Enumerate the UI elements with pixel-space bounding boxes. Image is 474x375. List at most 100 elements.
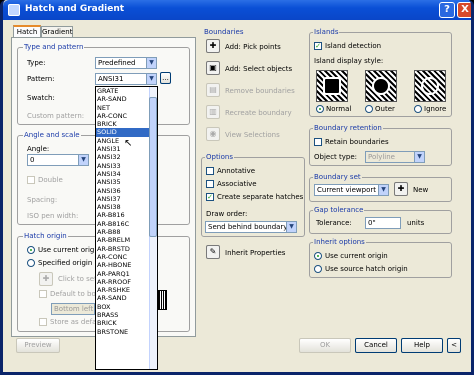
boundary-set-select[interactable]: Current viewport ▼ (314, 184, 389, 196)
pattern-option[interactable]: AR-RSHKE (96, 286, 157, 294)
retain-boundaries-label: Retain boundaries (325, 138, 389, 146)
pattern-option[interactable]: AR-RROOF (96, 278, 157, 286)
cancel-button[interactable]: Cancel (355, 338, 397, 353)
pattern-option[interactable]: NET (96, 104, 157, 112)
pattern-option[interactable]: AR-CONC (96, 112, 157, 120)
add-pick-points-label[interactable]: Add: Pick points (225, 43, 281, 51)
pattern-option[interactable]: BRSTONE (96, 328, 157, 336)
pattern-option[interactable]: ANSI35 (96, 178, 157, 186)
hatch-origin-title: Hatch origin (23, 232, 68, 240)
add-select-objects-label[interactable]: Add: Select objects (225, 65, 292, 73)
separate-hatches-label: Create separate hatches (217, 193, 304, 201)
pattern-dropdown-list[interactable]: GRATE AR-SAND NET AR-CONC BRICK SOLID ANGLE ANS… (95, 86, 158, 370)
help-button[interactable]: ? (439, 2, 455, 18)
hatch-dialog: Hatch and Gradient ? X Hatch Gradient Ty… (0, 0, 474, 375)
pattern-option[interactable]: ANSI38 (96, 203, 157, 211)
pattern-option[interactable]: AR-SAND (96, 294, 157, 302)
new-boundary-set-icon[interactable]: ✚ (394, 182, 408, 196)
double-checkbox[interactable] (27, 176, 35, 184)
pattern-option[interactable]: BRICK (96, 120, 157, 128)
pattern-option[interactable]: BOX (96, 303, 157, 311)
separate-hatches-checkbox[interactable]: ✓ (206, 193, 214, 201)
pattern-select[interactable]: ANSI31 ▼ (95, 73, 157, 85)
close-button[interactable]: X (457, 2, 471, 18)
swatch-label: Swatch: (27, 94, 55, 102)
view-selections-icon[interactable]: ◉ (206, 127, 220, 141)
default-boundary-checkbox[interactable] (39, 290, 47, 298)
type-label: Type: (27, 59, 46, 67)
chevron-down-icon: ▼ (378, 185, 388, 195)
pattern-option[interactable]: AR-BRELM (96, 236, 157, 244)
bottom-left-select[interactable]: Bottom left (51, 303, 95, 315)
scroll-thumb[interactable] (149, 97, 157, 237)
draw-order-select[interactable]: Send behind boundary ▼ (205, 221, 297, 233)
recreate-boundary-icon[interactable]: ▥ (206, 105, 220, 119)
retain-boundaries-checkbox[interactable] (314, 138, 322, 146)
browse-pattern-button[interactable]: ... (160, 72, 171, 84)
pattern-option[interactable]: ANSI34 (96, 170, 157, 178)
angle-value: 0 (30, 156, 35, 164)
pattern-option[interactable]: AR-PARQ1 (96, 270, 157, 278)
preview-button[interactable]: Preview (16, 338, 60, 353)
boundaries-title: Boundaries (203, 28, 245, 36)
angle-select[interactable]: 0 ▼ (27, 154, 89, 166)
pick-points-icon[interactable]: ✚ (206, 39, 220, 53)
angle-label: Angle: (27, 145, 50, 153)
pattern-option[interactable]: AR-SAND (96, 95, 157, 103)
pattern-option[interactable]: GRATE (96, 87, 157, 95)
tab-gradient[interactable]: Gradient (41, 26, 73, 37)
gap-tolerance-title: Gap tolerance (313, 206, 365, 214)
pattern-option[interactable]: ANSI37 (96, 195, 157, 203)
pattern-option[interactable]: ANSI36 (96, 187, 157, 195)
pattern-option[interactable]: AR-B88 (96, 228, 157, 236)
recreate-boundary-label[interactable]: Recreate boundary (225, 109, 292, 117)
window-title: Hatch and Gradient (25, 4, 125, 14)
set-origin-icon[interactable]: ✚ (39, 272, 53, 286)
view-selections-label[interactable]: View Selections (225, 131, 280, 139)
normal-radio[interactable] (316, 105, 324, 113)
pattern-option[interactable]: BRASS (96, 311, 157, 319)
islands-title: Islands (313, 28, 340, 36)
object-type-value: Polyline (368, 153, 395, 161)
annotative-checkbox[interactable] (206, 167, 214, 175)
remove-boundaries-icon[interactable]: ▤ (206, 83, 220, 97)
title-bar: Hatch and Gradient ? X (3, 0, 471, 20)
pattern-option[interactable]: AR-B816 (96, 211, 157, 219)
object-type-select[interactable]: Polyline ▼ (365, 151, 425, 163)
pattern-label: Pattern: (27, 75, 55, 83)
chevron-down-icon: ▼ (146, 74, 156, 84)
tolerance-input[interactable]: 0" (365, 217, 401, 229)
use-current-origin-radio[interactable] (27, 246, 35, 254)
pattern-option[interactable]: BRICK (96, 319, 157, 327)
inherit-current-origin-radio[interactable] (314, 252, 322, 260)
dropdown-scrollbar[interactable] (149, 87, 157, 369)
ok-button[interactable]: OK (299, 338, 351, 353)
specified-origin-radio[interactable] (27, 259, 35, 267)
help-footer-button[interactable]: Help (401, 338, 443, 353)
pattern-option[interactable]: ANSI33 (96, 162, 157, 170)
inherit-properties-icon[interactable]: ✎ (206, 245, 220, 259)
ignore-radio[interactable] (414, 105, 422, 113)
pattern-option[interactable]: AR-HBONE (96, 261, 157, 269)
source-origin-radio[interactable] (314, 265, 322, 273)
island-detection-checkbox[interactable]: ✓ (314, 42, 322, 50)
pattern-option[interactable]: ANSI32 (96, 153, 157, 161)
pattern-option[interactable]: AR-B816C (96, 220, 157, 228)
outer-radio[interactable] (365, 105, 373, 113)
collapse-button[interactable]: < (447, 338, 461, 353)
spacing-label: Spacing: (27, 196, 58, 204)
inherit-properties-label[interactable]: Inherit Properties (225, 249, 285, 257)
select-objects-icon[interactable]: ▣ (206, 61, 220, 75)
pattern-option[interactable]: AR-CONC (96, 253, 157, 261)
inherit-current-origin-label: Use current origin (325, 252, 388, 260)
store-default-checkbox[interactable] (39, 318, 47, 326)
pattern-option[interactable]: AR-BRSTD (96, 245, 157, 253)
type-select[interactable]: Predefined ▼ (95, 57, 157, 69)
remove-boundaries-label[interactable]: Remove boundaries (225, 87, 295, 95)
tab-hatch[interactable]: Hatch (13, 25, 41, 37)
pattern-option[interactable]: SOLID (96, 128, 157, 137)
mouse-cursor-icon: ↖ (124, 138, 133, 149)
normal-island-inner-icon (323, 77, 341, 95)
associative-checkbox[interactable] (206, 180, 214, 188)
iso-pen-width-label: ISO pen width: (27, 212, 79, 220)
